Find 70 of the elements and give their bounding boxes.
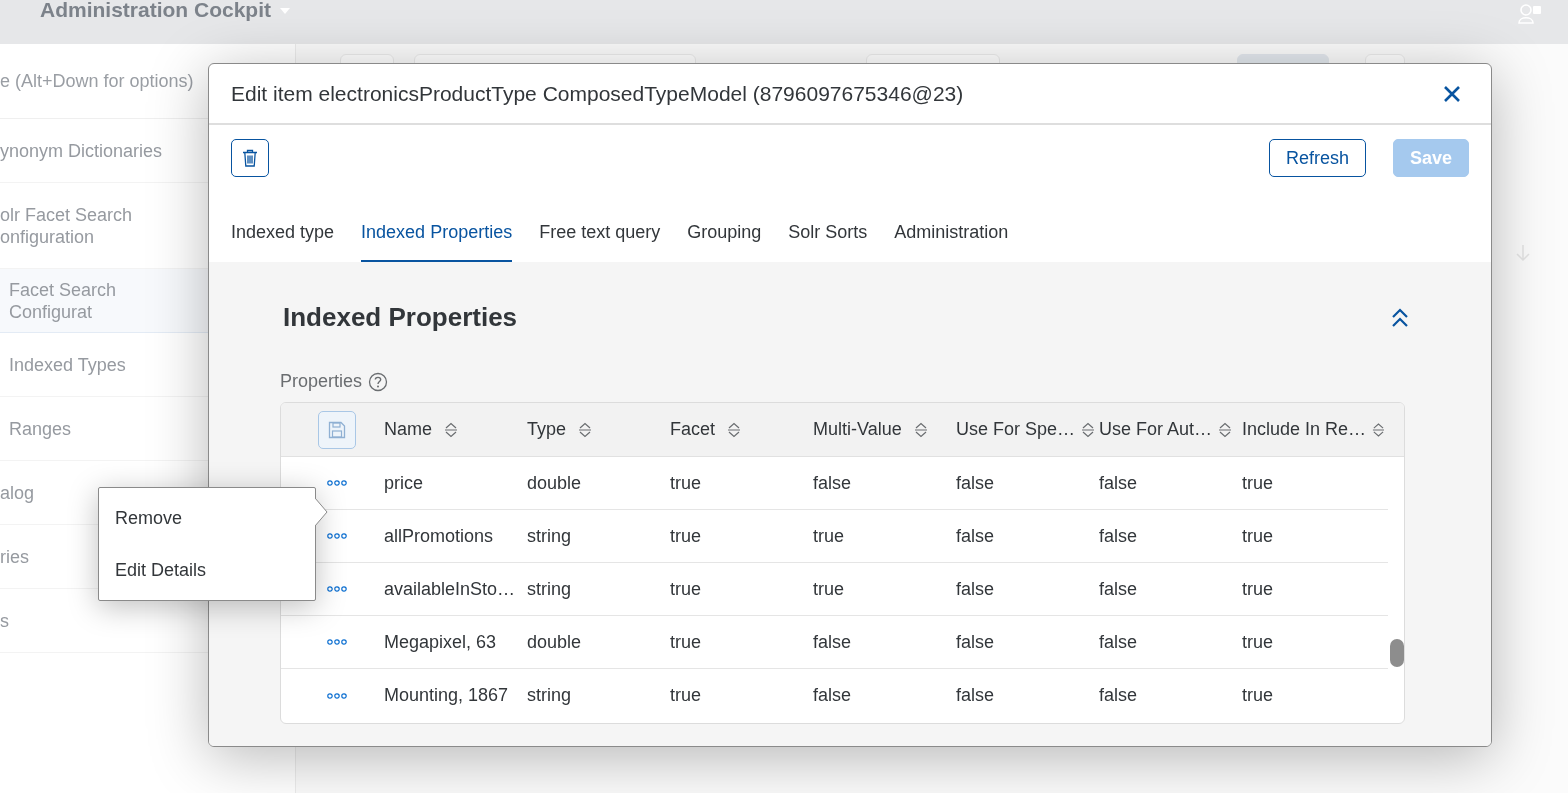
sort-icon — [1218, 421, 1233, 438]
column-header[interactable]: Name — [384, 419, 527, 440]
table-cell-text: true — [1242, 631, 1275, 653]
column-header[interactable]: Use For Spe… — [956, 419, 1099, 440]
table-cell-text: true — [670, 631, 703, 653]
table-cell-text: true — [670, 578, 703, 600]
table-cell-text: true — [670, 525, 703, 547]
trash-icon — [242, 149, 258, 167]
sort-icon — [727, 421, 742, 438]
column-header[interactable]: Facet — [670, 419, 813, 440]
table-cell-text: false — [1099, 472, 1139, 494]
table-cell-text: false — [1099, 525, 1139, 547]
table-cell-text: true — [813, 525, 846, 547]
table-cell-text: true — [1242, 578, 1275, 600]
help-icon — [368, 371, 389, 392]
more-icon — [327, 533, 347, 539]
more-icon — [327, 586, 347, 592]
more-icon — [327, 639, 347, 645]
table-cell-text: false — [956, 578, 996, 600]
table-cell-text: true — [670, 472, 703, 494]
table-cell-text: true — [1242, 685, 1275, 706]
table-cell-text: true — [813, 578, 846, 600]
caret-down-icon — [279, 7, 291, 15]
table-cell-text: true — [1242, 472, 1275, 494]
table-cell-text: string — [527, 685, 572, 706]
table-cell-text: string — [527, 525, 572, 547]
table-cell-text: false — [956, 685, 996, 706]
sort-icon — [1372, 421, 1385, 438]
down-arrow-icon — [1516, 244, 1530, 262]
table-cell-text: false — [1099, 578, 1139, 600]
scrollbar-thumb[interactable] — [1390, 639, 1404, 667]
table-cell-text: string — [527, 578, 572, 600]
table-cell-text: double — [527, 472, 583, 494]
app-title: Administration Cockpit — [40, 0, 271, 22]
sort-icon — [913, 421, 928, 438]
table-cell-text: false — [956, 472, 996, 494]
close-icon — [1443, 84, 1461, 103]
table-cell-text: false — [956, 525, 996, 547]
sort-icon — [578, 421, 593, 438]
column-header[interactable]: Use For Aut… — [1099, 419, 1242, 440]
table-cell-text: availableInSto… — [384, 578, 517, 600]
more-icon — [327, 480, 347, 486]
user-lock-icon — [1518, 2, 1542, 24]
table-cell-text: Mounting, 1867 — [384, 685, 510, 706]
table-cell-text: false — [813, 472, 853, 494]
table-cell-text: Megapixel, 63 — [384, 631, 498, 653]
column-header[interactable]: Type — [527, 419, 670, 440]
table-cell-text: false — [813, 631, 853, 653]
table-cell-text: double — [527, 631, 583, 653]
tab[interactable]: Administration — [894, 222, 1009, 262]
table-cell-text: false — [813, 685, 853, 706]
table-cell-text: false — [1099, 631, 1139, 653]
sort-icon — [444, 421, 458, 438]
table-cell-text: false — [1099, 685, 1139, 706]
double-chevron-up-icon — [1391, 307, 1409, 328]
table-cell-text: allPromotions — [384, 525, 495, 547]
more-icon — [327, 692, 347, 699]
table-cell-text: true — [1242, 525, 1275, 547]
tab[interactable]: Free text query — [539, 222, 661, 262]
refresh-button[interactable]: Refresh — [1268, 139, 1366, 177]
sort-icon — [1081, 421, 1096, 438]
table-cell-text: true — [670, 685, 703, 706]
menu-item[interactable]: Remove — [99, 492, 315, 544]
table-cell-text: price — [384, 472, 424, 494]
column-header[interactable]: Multi-Value — [813, 419, 956, 440]
delete-button[interactable] — [231, 139, 269, 177]
table-cell-text: false — [956, 631, 996, 653]
tab[interactable]: Solr Sorts — [788, 222, 868, 262]
column-header[interactable]: Include In Re… — [1242, 419, 1385, 440]
tab[interactable]: Grouping — [687, 222, 762, 262]
